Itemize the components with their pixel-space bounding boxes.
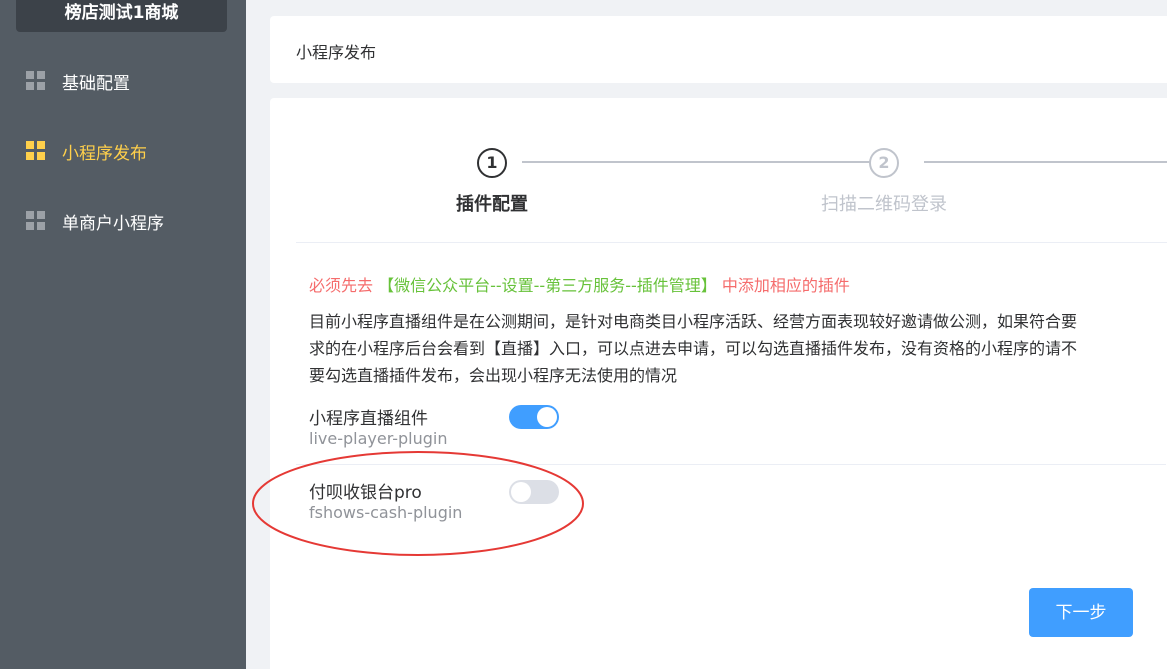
- live-player-plugin-switch[interactable]: [509, 405, 559, 429]
- sidebar-item-basic-config[interactable]: 基础配置: [0, 46, 246, 116]
- sidebar-item-label: 基础配置: [62, 73, 130, 94]
- step-connector: [924, 161, 1167, 163]
- grid-icon: [26, 71, 46, 91]
- notice-prefix: 必须先去: [309, 276, 374, 295]
- plugin-notice: 必须先去 【微信公众平台--设置--第三方服务--插件管理】 中添加相应的插件: [309, 272, 850, 296]
- step-2-title: 扫描二维码登录: [821, 194, 947, 215]
- header-card: 小程序发布: [270, 16, 1167, 83]
- page-title: 小程序发布: [296, 43, 377, 62]
- sidebar-item-label: 小程序发布: [62, 143, 147, 164]
- plugin-name: 小程序直播组件: [309, 409, 428, 429]
- shop-name: 榜店测试1商城: [16, 0, 227, 32]
- steps: 1 2 插件配置 扫描二维码登录: [296, 98, 1167, 243]
- step-1-title: 插件配置: [456, 194, 528, 215]
- sidebar-item-miniprogram-publish[interactable]: 小程序发布: [0, 116, 246, 186]
- live-plugin-description: 目前小程序直播组件是在公测期间，是针对电商类目小程序活跃、经营方面表现较好邀请做…: [309, 312, 1078, 385]
- main-card: 1 2 插件配置 扫描二维码登录 必须先去 【微信公众平台--设置--第三方服务…: [270, 98, 1167, 669]
- plugin-code: live-player-plugin: [309, 429, 448, 448]
- sidebar: 榜店测试1商城 基础配置 小程序发布 单商户小程序: [0, 0, 246, 669]
- notice-suffix: 中添加相应的插件: [721, 276, 850, 295]
- grid-icon: [26, 141, 46, 161]
- sidebar-menu: 基础配置 小程序发布 单商户小程序: [0, 46, 246, 256]
- next-step-button[interactable]: 下一步: [1029, 588, 1133, 637]
- switch-knob: [537, 407, 557, 427]
- annotation-ellipse: [252, 451, 584, 556]
- grid-icon: [26, 211, 46, 231]
- sidebar-item-single-merchant[interactable]: 单商户小程序: [0, 186, 246, 256]
- step-connector: [522, 161, 888, 163]
- notice-path: 【微信公众平台--设置--第三方服务--插件管理】: [378, 276, 717, 295]
- step-1-number: 1: [477, 148, 507, 178]
- sidebar-item-label: 单商户小程序: [62, 213, 164, 234]
- step-2-number: 2: [869, 148, 899, 178]
